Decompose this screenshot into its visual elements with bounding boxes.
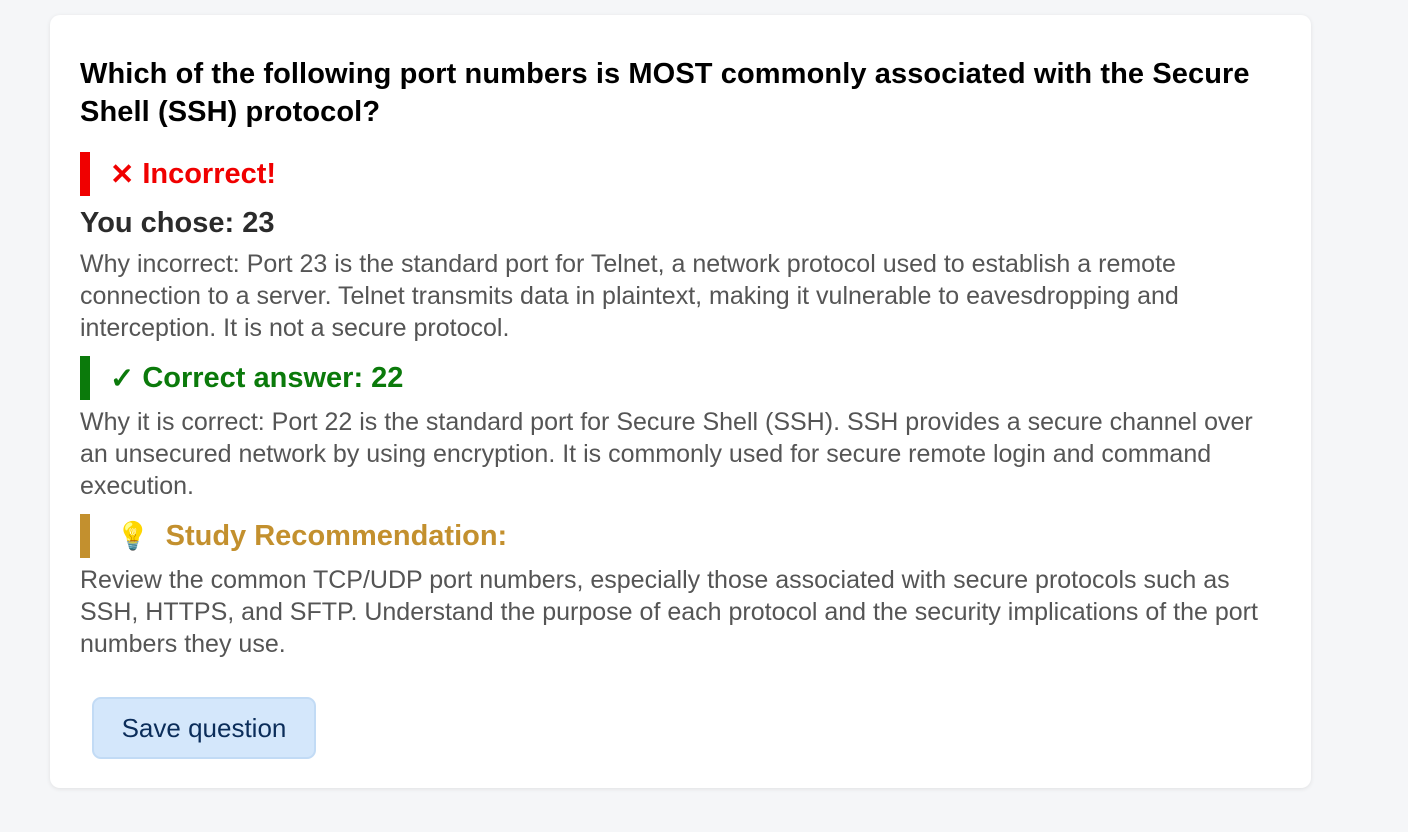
correct-answer-label: Correct answer: 22 bbox=[142, 361, 404, 394]
lightbulb-icon: 💡 bbox=[116, 521, 150, 551]
correct-answer-heading: ✓ Correct answer: 22 bbox=[80, 356, 1281, 400]
save-question-button[interactable]: Save question bbox=[92, 697, 316, 759]
study-recommendation-text: Review the common TCP/UDP port numbers, … bbox=[80, 566, 1258, 658]
study-recommendation-label: Study Recommendation: bbox=[165, 519, 508, 552]
correct-accent-bar bbox=[80, 356, 90, 400]
incorrect-accent-bar bbox=[80, 152, 90, 196]
question-text: Which of the following port numbers is M… bbox=[80, 58, 1250, 128]
cross-icon: ✕ bbox=[110, 158, 135, 191]
study-accent-bar bbox=[80, 514, 90, 558]
study-recommendation-heading: 💡 Study Recommendation: bbox=[80, 514, 1281, 558]
result-heading: ✕ Incorrect! bbox=[80, 152, 1281, 196]
checkmark-icon: ✓ bbox=[110, 362, 135, 395]
question-card: Which of the following port numbers is M… bbox=[50, 15, 1311, 788]
correct-explanation: Why it is correct: Port 22 is the standa… bbox=[80, 408, 1253, 500]
result-label: Incorrect! bbox=[142, 157, 277, 190]
chosen-answer: You chose: 23 bbox=[80, 207, 275, 239]
incorrect-explanation: Why incorrect: Port 23 is the standard p… bbox=[80, 250, 1179, 342]
